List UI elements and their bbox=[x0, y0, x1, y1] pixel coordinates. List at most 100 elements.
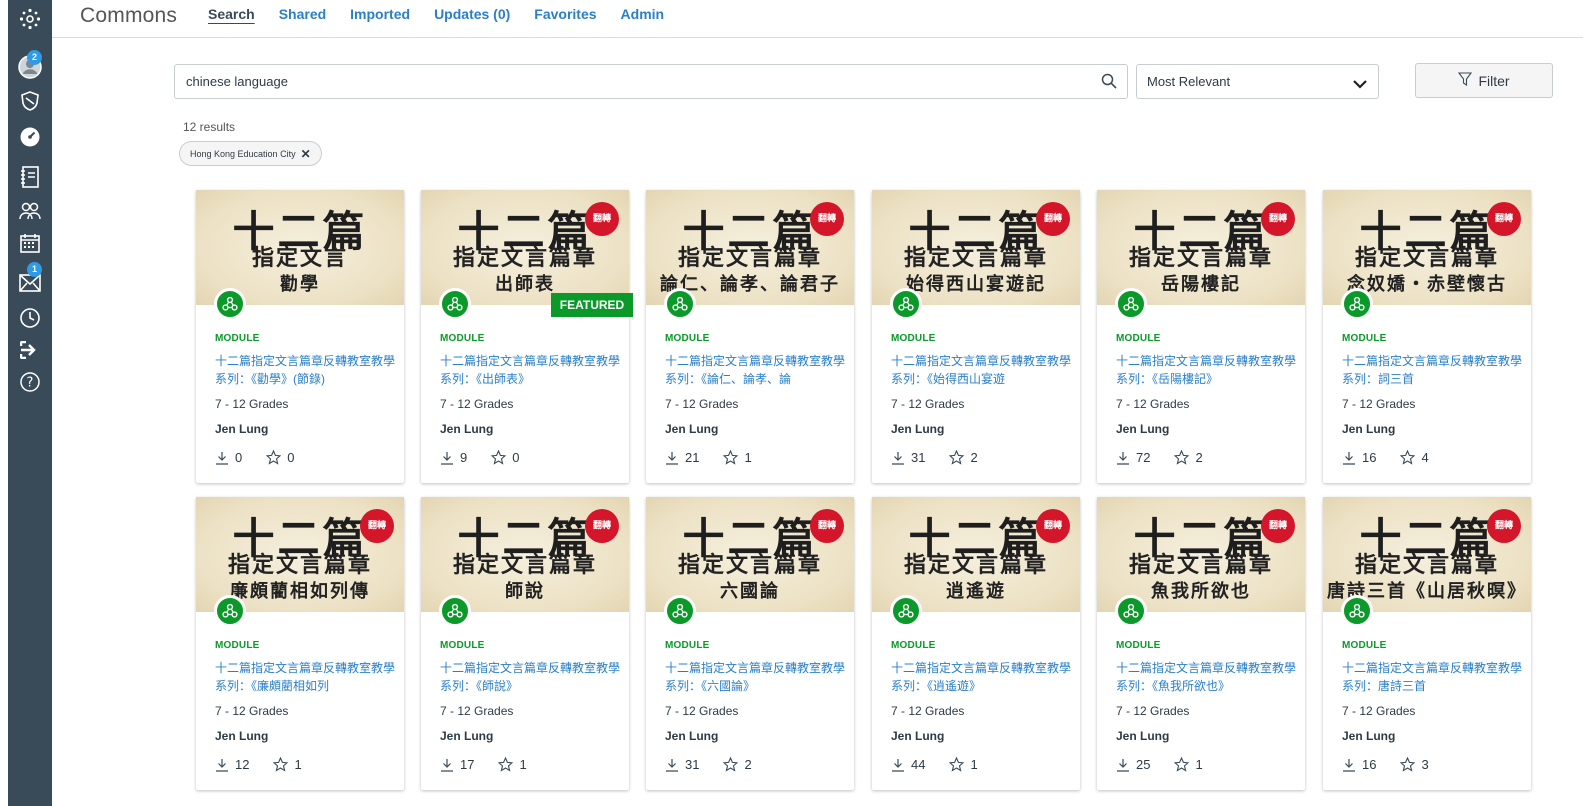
card-author: Jen Lung bbox=[1116, 422, 1170, 436]
search-input[interactable] bbox=[175, 65, 1085, 98]
star-icon[interactable] bbox=[491, 450, 507, 465]
card-title-link[interactable]: 十二篇指定文言篇章反轉教室教學系列：唐詩三首 bbox=[1342, 659, 1522, 695]
card-author: Jen Lung bbox=[215, 729, 269, 743]
card-author: Jen Lung bbox=[665, 422, 719, 436]
star-icon[interactable] bbox=[498, 757, 514, 772]
module-type-icon bbox=[890, 288, 922, 320]
search-box bbox=[174, 64, 1128, 99]
filter-chip[interactable]: Hong Kong Education City ✕ bbox=[179, 141, 322, 166]
search-icon[interactable] bbox=[1101, 73, 1117, 94]
close-icon[interactable]: ✕ bbox=[301, 148, 311, 160]
admin-shield-icon[interactable] bbox=[8, 86, 52, 116]
card-author: Jen Lung bbox=[1342, 422, 1396, 436]
card-type-label: MODULE bbox=[891, 640, 936, 651]
seal-logo: 翻轉 bbox=[1261, 509, 1295, 543]
resource-card[interactable]: 十二篇 指定文言篇章 出師表 翻轉 FEATURED MODULE 十二篇指定文言篇章反轉教… bbox=[421, 190, 633, 483]
card-title-link[interactable]: 十二篇指定文言篇章反轉教室教學系列：《論仁、論孝、論 bbox=[665, 352, 845, 388]
module-type-icon bbox=[1115, 595, 1147, 627]
card-author: Jen Lung bbox=[1342, 729, 1396, 743]
star-icon[interactable] bbox=[1174, 450, 1190, 465]
dashboard-icon[interactable] bbox=[8, 122, 52, 152]
star-icon[interactable] bbox=[949, 757, 965, 772]
star-icon[interactable] bbox=[949, 450, 965, 465]
card-grades: 7 - 12 Grades bbox=[440, 397, 514, 411]
star-icon[interactable] bbox=[266, 450, 282, 465]
star-icon[interactable] bbox=[273, 757, 289, 772]
sort-select[interactable]: Most Relevant bbox=[1136, 64, 1379, 99]
canvas-logo-icon[interactable] bbox=[8, 4, 52, 34]
card-title-link[interactable]: 十二篇指定文言篇章反轉教室教學系列：《廉頗藺相如列 bbox=[215, 659, 395, 695]
card-title-link[interactable]: 十二篇指定文言篇章反轉教室教學系列：《魚我所欲也》 bbox=[1116, 659, 1296, 695]
sort-select-value: Most Relevant bbox=[1147, 74, 1231, 89]
thumbnail-subtitle: 指定文言篇章 bbox=[452, 552, 597, 578]
favorite-count: 2 bbox=[744, 757, 752, 772]
filter-chip-label: Hong Kong Education City bbox=[190, 148, 296, 159]
download-icon bbox=[1342, 451, 1356, 465]
resource-card[interactable]: 十二篇 指定文言篇章 逍遙遊 翻轉 MODULE 十二篇指定文言篇章反轉教室教學系列：《逍… bbox=[872, 497, 1080, 790]
resource-card[interactable]: 十二篇 指定文言篇章 念奴嬌・赤壁懷古 翻轉 MODULE 十二篇指定文言篇章反轉教室教學… bbox=[1323, 190, 1531, 483]
card-title-link[interactable]: 十二篇指定文言篇章反轉教室教學系列：《師說》 bbox=[440, 659, 620, 695]
resource-card[interactable]: 十二篇 指定文言篇章 廉頗藺相如列傳 翻轉 MODULE 十二篇指定文言篇章反轉教室教學系… bbox=[196, 497, 404, 790]
resource-card[interactable]: 十二篇 指定文言篇章 始得西山宴遊記 翻轉 MODULE 十二篇指定文言篇章反轉教室教學系… bbox=[872, 190, 1080, 483]
card-type-label: MODULE bbox=[215, 333, 260, 344]
groups-icon[interactable] bbox=[8, 196, 52, 226]
card-title-link[interactable]: 十二篇指定文言篇章反轉教室教學系列：《六國論》 bbox=[665, 659, 845, 695]
card-author: Jen Lung bbox=[665, 729, 719, 743]
resource-card[interactable]: 十二篇 指定文言篇章 六國論 翻轉 MODULE 十二篇指定文言篇章反轉教室教學系列：《六… bbox=[646, 497, 854, 790]
download-icon bbox=[891, 451, 905, 465]
help-icon[interactable]: ? bbox=[8, 367, 52, 397]
card-title-link[interactable]: 十二篇指定文言篇章反轉教室教學系列：詞三首 bbox=[1342, 352, 1522, 388]
card-stats: 21 1 bbox=[665, 450, 752, 465]
calendar-icon[interactable] bbox=[8, 228, 52, 258]
card-title-link[interactable]: 十二篇指定文言篇章反轉教室教學系列：《岳陽樓記》 bbox=[1116, 352, 1296, 388]
card-author: Jen Lung bbox=[440, 729, 494, 743]
download-count: 44 bbox=[911, 757, 926, 772]
tab-search[interactable]: Search bbox=[208, 6, 255, 22]
history-clock-icon[interactable] bbox=[8, 303, 52, 333]
favorite-count: 1 bbox=[519, 757, 527, 772]
resource-card[interactable]: 十二篇 指定文言篇章 論仁、論孝、論君子 翻轉 MODULE 十二篇指定文言篇章反轉教室教… bbox=[646, 190, 854, 483]
card-grades: 7 - 12 Grades bbox=[891, 704, 965, 718]
resource-card[interactable]: 十二篇 指定文言篇章 岳陽樓記 翻轉 MODULE 十二篇指定文言篇章反轉教室教學系列：《… bbox=[1097, 190, 1305, 483]
tab-admin[interactable]: Admin bbox=[621, 6, 665, 22]
courses-icon[interactable] bbox=[8, 162, 52, 192]
download-count: 72 bbox=[1136, 450, 1151, 465]
resource-card[interactable]: 十二篇 指定文言 勸學 MODULE 十二篇指定文言篇章反轉教室教學系列：《勸學》(節錄… bbox=[196, 190, 404, 483]
tab-updates[interactable]: Updates (0) bbox=[434, 6, 510, 22]
resource-card[interactable]: 十二篇 指定文言篇章 魚我所欲也 翻轉 MODULE 十二篇指定文言篇章反轉教室教學系列：… bbox=[1097, 497, 1305, 790]
module-type-icon bbox=[664, 288, 696, 320]
download-icon bbox=[1116, 758, 1130, 772]
seal-logo: 翻轉 bbox=[810, 509, 844, 543]
card-title-link[interactable]: 十二篇指定文言篇章反轉教室教學系列：《勸學》(節錄) bbox=[215, 352, 395, 388]
resource-card[interactable]: 十二篇 指定文言篇章 唐詩三首《山居秋暝》 翻轉 MODULE 十二篇指定文言篇章反轉教室… bbox=[1323, 497, 1531, 790]
favorite-count: 1 bbox=[744, 450, 752, 465]
resource-card[interactable]: 十二篇 指定文言篇章 師說 翻轉 MODULE 十二篇指定文言篇章反轉教室教學系列：《師說… bbox=[421, 497, 629, 790]
module-type-icon bbox=[1341, 288, 1373, 320]
account-badge: 2 bbox=[27, 50, 42, 65]
tab-favorites[interactable]: Favorites bbox=[534, 6, 596, 22]
star-icon[interactable] bbox=[1174, 757, 1190, 772]
favorite-count: 3 bbox=[1421, 757, 1429, 772]
card-title-link[interactable]: 十二篇指定文言篇章反轉教室教學系列：《逍遙遊》 bbox=[891, 659, 1071, 695]
card-title-link[interactable]: 十二篇指定文言篇章反轉教室教學系列：《出師表》 bbox=[440, 352, 620, 388]
card-grades: 7 - 12 Grades bbox=[215, 704, 289, 718]
star-icon[interactable] bbox=[723, 450, 739, 465]
star-icon[interactable] bbox=[1400, 450, 1416, 465]
commons-icon[interactable] bbox=[8, 335, 52, 365]
seal-logo: 翻轉 bbox=[810, 202, 844, 236]
star-icon[interactable] bbox=[723, 757, 739, 772]
card-stats: 90 bbox=[440, 450, 519, 465]
star-icon[interactable] bbox=[1400, 757, 1416, 772]
filter-button[interactable]: Filter bbox=[1415, 63, 1553, 98]
download-count: 16 bbox=[1362, 450, 1377, 465]
card-author: Jen Lung bbox=[440, 422, 494, 436]
tab-imported[interactable]: Imported bbox=[350, 6, 410, 22]
tab-shared[interactable]: Shared bbox=[279, 6, 326, 22]
seal-logo: 翻轉 bbox=[1036, 202, 1070, 236]
card-stats: 00 bbox=[215, 450, 294, 465]
download-count: 31 bbox=[685, 757, 700, 772]
card-stats: 31 2 bbox=[891, 450, 978, 465]
featured-badge: FEATURED bbox=[551, 293, 633, 317]
thumbnail-subtitle: 指定文言篇章 bbox=[1128, 245, 1273, 271]
card-title-link[interactable]: 十二篇指定文言篇章反轉教室教學系列：《始得西山宴遊 bbox=[891, 352, 1071, 388]
